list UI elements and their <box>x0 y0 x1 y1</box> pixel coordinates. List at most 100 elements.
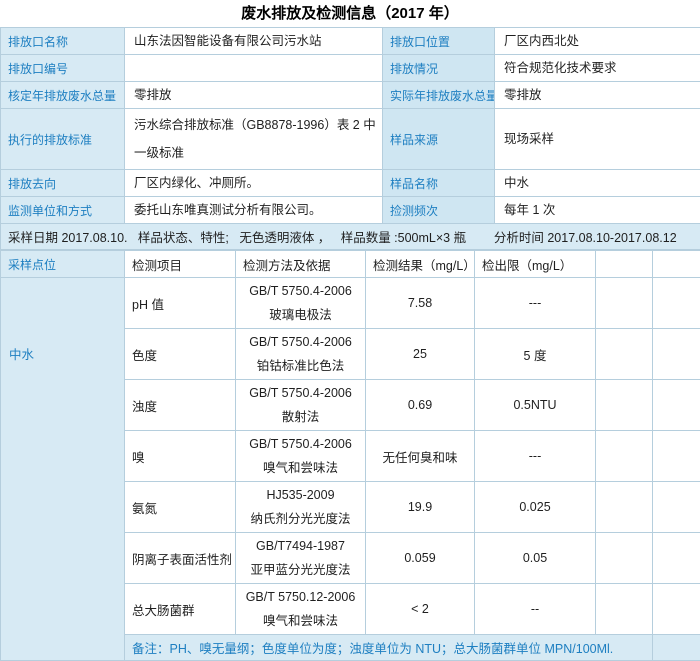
test-method: HJ535-2009 纳氏剂分光光度法 <box>236 482 366 533</box>
label-standard: 执行的排放标准 <box>1 109 125 170</box>
empty-cell <box>653 431 700 482</box>
empty-cell <box>653 329 700 380</box>
empty-cell <box>653 482 700 533</box>
detection-limit: 0.025 <box>475 482 596 533</box>
table-row: 核定年排放废水总量 零排放 实际年排放废水总量 零排放 <box>1 82 700 109</box>
method-name: 亚甲蓝分光光度法 <box>237 558 364 582</box>
value-approved-total: 零排放 <box>125 82 383 109</box>
detection-limit: --- <box>475 431 596 482</box>
test-item: 氨氮 <box>125 482 236 533</box>
method-name: 散射法 <box>237 405 364 429</box>
detection-limit: --- <box>475 278 596 329</box>
table-header-row: 采样点位 检测项目 检测方法及依据 检测结果（mg/L） 检出限（mg/L） <box>1 251 700 278</box>
test-method: GB/T 5750.4-2006 铂钴标准比色法 <box>236 329 366 380</box>
value-outlet-number <box>125 55 383 82</box>
value-monitor-unit: 委托山东唯真测试分析有限公司。 <box>125 197 383 224</box>
value-discharge-destination: 厂区内绿化、冲厕所。 <box>125 170 383 197</box>
table-row: 监测单位和方式 委托山东唯真测试分析有限公司。 捡测频次 每年 1 次 <box>1 197 700 224</box>
label-outlet-location: 排放口位置 <box>383 28 495 55</box>
value-outlet-name: 山东法因智能设备有限公司污水站 <box>125 28 383 55</box>
method-name: 嗅气和尝味法 <box>237 456 364 480</box>
test-result: 25 <box>366 329 475 380</box>
label-approved-total: 核定年排放废水总量 <box>1 82 125 109</box>
label-actual-total: 实际年排放废水总量 <box>383 82 495 109</box>
table-row: 采样日期 2017.08.10. 样品状态、特性; 无色透明液体 ， 样品数量 … <box>1 224 700 250</box>
test-result: 19.9 <box>366 482 475 533</box>
test-method: GB/T 5750.4-2006 嗅气和尝味法 <box>236 431 366 482</box>
value-standard: 污水综合排放标准（GB8878-1996）表 2 中一级标准 <box>125 109 383 170</box>
test-method: GB/T7494-1987 亚甲蓝分光光度法 <box>236 533 366 584</box>
table-row: 执行的排放标准 污水综合排放标准（GB8878-1996）表 2 中一级标准 样… <box>1 109 700 170</box>
discharge-info-table: 排放口名称 山东法因智能设备有限公司污水站 排放口位置 厂区内西北处 排放口编号… <box>0 27 700 250</box>
empty-cell <box>596 278 653 329</box>
value-discharge-status: 符合规范化技术要求 <box>495 55 700 82</box>
report-page: 废水排放及检测信息（2017 年） 排放口名称 山东法因智能设备有限公司污水站 … <box>0 0 700 648</box>
method-standard: GB/T 5750.4-2006 <box>237 432 364 456</box>
test-method: GB/T 5750.4-2006 散射法 <box>236 380 366 431</box>
label-outlet-number: 排放口编号 <box>1 55 125 82</box>
header-sample-point: 采样点位 <box>1 251 125 278</box>
method-name: 纳氏剂分光光度法 <box>237 507 364 531</box>
empty-cell <box>653 278 700 329</box>
method-standard: GB/T 5750.4-2006 <box>237 381 364 405</box>
label-test-frequency: 捡测频次 <box>383 197 495 224</box>
value-sample-source: 现场采样 <box>495 109 700 170</box>
method-name: 铂钴标准比色法 <box>237 354 364 378</box>
table-row: 排放口编号 排放情况 符合规范化技术要求 <box>1 55 700 82</box>
header-test-item: 检测项目 <box>125 251 236 278</box>
test-method: GB/T 5750.12-2006 嗅气和尝味法 <box>236 584 366 635</box>
page-title: 废水排放及检测信息（2017 年） <box>0 0 700 27</box>
value-test-frequency: 每年 1 次 <box>495 197 700 224</box>
method-standard: GB/T7494-1987 <box>237 534 364 558</box>
test-item: 阴离子表面活性剂 <box>125 533 236 584</box>
header-detection-limit: 检出限（mg/L） <box>475 251 596 278</box>
label-sample-source: 样品来源 <box>383 109 495 170</box>
header-test-result: 检测结果（mg/L） <box>366 251 475 278</box>
test-method: GB/T 5750.4-2006 玻璃电极法 <box>236 278 366 329</box>
header-test-method: 检测方法及依据 <box>236 251 366 278</box>
label-discharge-status: 排放情况 <box>383 55 495 82</box>
sampling-date-line: 采样日期 2017.08.10. 样品状态、特性; 无色透明液体 ， 样品数量 … <box>1 224 700 250</box>
test-result: < 2 <box>366 584 475 635</box>
empty-cell <box>653 380 700 431</box>
test-result: 0.059 <box>366 533 475 584</box>
method-name: 嗅气和尝味法 <box>237 609 364 633</box>
test-item: 浊度 <box>125 380 236 431</box>
detection-limit: 0.05 <box>475 533 596 584</box>
value-outlet-location: 厂区内西北处 <box>495 28 700 55</box>
method-standard: GB/T 5750.4-2006 <box>237 279 364 303</box>
empty-cell <box>596 329 653 380</box>
test-result: 0.69 <box>366 380 475 431</box>
test-item: 总大肠菌群 <box>125 584 236 635</box>
test-item: pH 值 <box>125 278 236 329</box>
method-name: 玻璃电极法 <box>237 303 364 327</box>
empty-cell <box>596 584 653 635</box>
test-item: 色度 <box>125 329 236 380</box>
detection-limit: 0.5NTU <box>475 380 596 431</box>
label-discharge-destination: 排放去向 <box>1 170 125 197</box>
label-outlet-name: 排放口名称 <box>1 28 125 55</box>
empty-cell <box>596 533 653 584</box>
header-empty <box>653 251 700 278</box>
value-sample-name: 中水 <box>495 170 700 197</box>
value-actual-total: 零排放 <box>495 82 700 109</box>
label-monitor-unit: 监测单位和方式 <box>1 197 125 224</box>
method-standard: GB/T 5750.4-2006 <box>237 330 364 354</box>
label-sample-name: 样品名称 <box>383 170 495 197</box>
table-row: 排放去向 厂区内绿化、冲厕所。 样品名称 中水 <box>1 170 700 197</box>
empty-cell <box>653 533 700 584</box>
method-standard: GB/T 5750.12-2006 <box>237 585 364 609</box>
empty-cell <box>596 482 653 533</box>
table-row-ph: 中水 pH 值 GB/T 5750.4-2006 玻璃电极法 7.58 --- <box>1 278 700 329</box>
empty-cell <box>596 431 653 482</box>
detection-results-table: 采样点位 检测项目 检测方法及依据 检测结果（mg/L） 检出限（mg/L） 中… <box>0 250 700 661</box>
empty-cell <box>653 584 700 635</box>
sample-point-value: 中水 <box>1 278 125 661</box>
test-result: 无任何臭和味 <box>366 431 475 482</box>
empty-cell <box>596 380 653 431</box>
test-result: 7.58 <box>366 278 475 329</box>
test-item: 嗅 <box>125 431 236 482</box>
method-standard: HJ535-2009 <box>237 483 364 507</box>
header-empty <box>596 251 653 278</box>
table-row: 排放口名称 山东法因智能设备有限公司污水站 排放口位置 厂区内西北处 <box>1 28 700 55</box>
